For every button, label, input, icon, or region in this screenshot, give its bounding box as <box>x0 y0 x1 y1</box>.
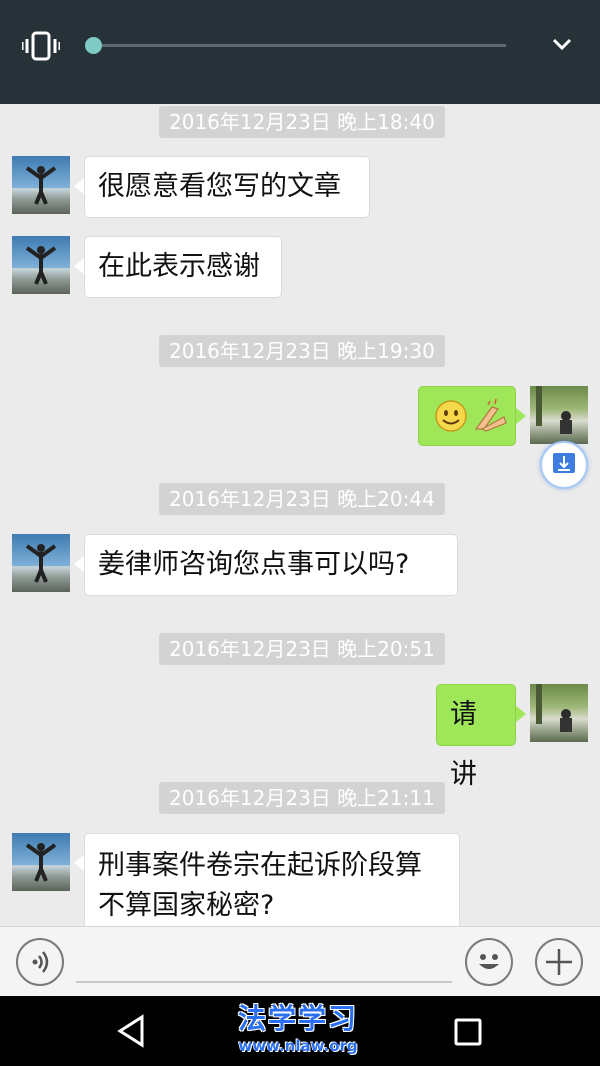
bubble-tail <box>74 178 84 194</box>
contact-avatar[interactable] <box>12 236 70 294</box>
message-line: 不算国家秘密? <box>98 890 275 921</box>
bubble-tail <box>516 408 526 424</box>
message-line: 刑事案件卷宗在起诉阶段算 <box>98 850 422 881</box>
voice-button[interactable] <box>16 938 64 986</box>
vibrate-icon[interactable] <box>22 30 60 62</box>
watermark-title: 法学学习 <box>237 1002 358 1035</box>
smile-emoji <box>435 398 507 432</box>
my-avatar[interactable] <box>530 684 588 742</box>
contact-avatar[interactable] <box>12 833 70 891</box>
timestamp: 2016年12月23日 晚上19:30 <box>159 335 445 367</box>
timestamp: 2016年12月23日 晚上20:51 <box>159 633 445 665</box>
add-button[interactable] <box>535 938 583 986</box>
chevron-down-icon[interactable] <box>550 34 574 54</box>
message-input-bar <box>0 926 600 996</box>
back-icon[interactable] <box>116 1014 148 1048</box>
recents-icon[interactable] <box>452 1016 484 1048</box>
bubble-tail <box>516 706 526 722</box>
timestamp: 2016年12月23日 晚上21:11 <box>159 782 445 814</box>
download-icon <box>553 453 575 473</box>
emoji-icon <box>479 954 499 969</box>
volume-slider-track[interactable] <box>92 44 506 47</box>
volume-slider-thumb[interactable] <box>85 37 102 54</box>
watermark-url: www.nlaw.org <box>238 1037 358 1055</box>
timestamp: 2016年12月23日 晚上20:44 <box>159 483 445 515</box>
timestamp: 2016年12月23日 晚上18:40 <box>159 106 445 138</box>
incoming-message[interactable]: 刑事案件卷宗在起诉阶段算 不算国家秘密? <box>84 833 460 926</box>
my-avatar[interactable] <box>530 386 588 444</box>
contact-avatar[interactable] <box>12 156 70 214</box>
message-input[interactable] <box>76 981 452 983</box>
outgoing-message[interactable] <box>418 386 516 446</box>
chat-area[interactable]: 2016年12月23日 晚上18:40 很愿意看您写的文章 在此表示感谢 201… <box>0 104 600 926</box>
save-message-button[interactable] <box>540 441 588 489</box>
incoming-message[interactable]: 很愿意看您写的文章 <box>84 156 370 218</box>
incoming-message[interactable]: 在此表示感谢 <box>84 236 282 298</box>
volume-panel <box>0 0 600 104</box>
bubble-tail <box>74 258 84 274</box>
bubble-tail <box>74 556 84 572</box>
watermark: 法学学习 www.nlaw.org <box>228 1002 368 1056</box>
emoji-button[interactable] <box>465 938 513 986</box>
contact-avatar[interactable] <box>12 534 70 592</box>
bubble-tail <box>74 855 84 871</box>
incoming-message[interactable]: 姜律师咨询您点事可以吗? <box>84 534 458 596</box>
outgoing-message[interactable]: 请讲 <box>436 684 516 790</box>
voice-icon <box>32 951 49 973</box>
plus-icon <box>546 949 572 975</box>
